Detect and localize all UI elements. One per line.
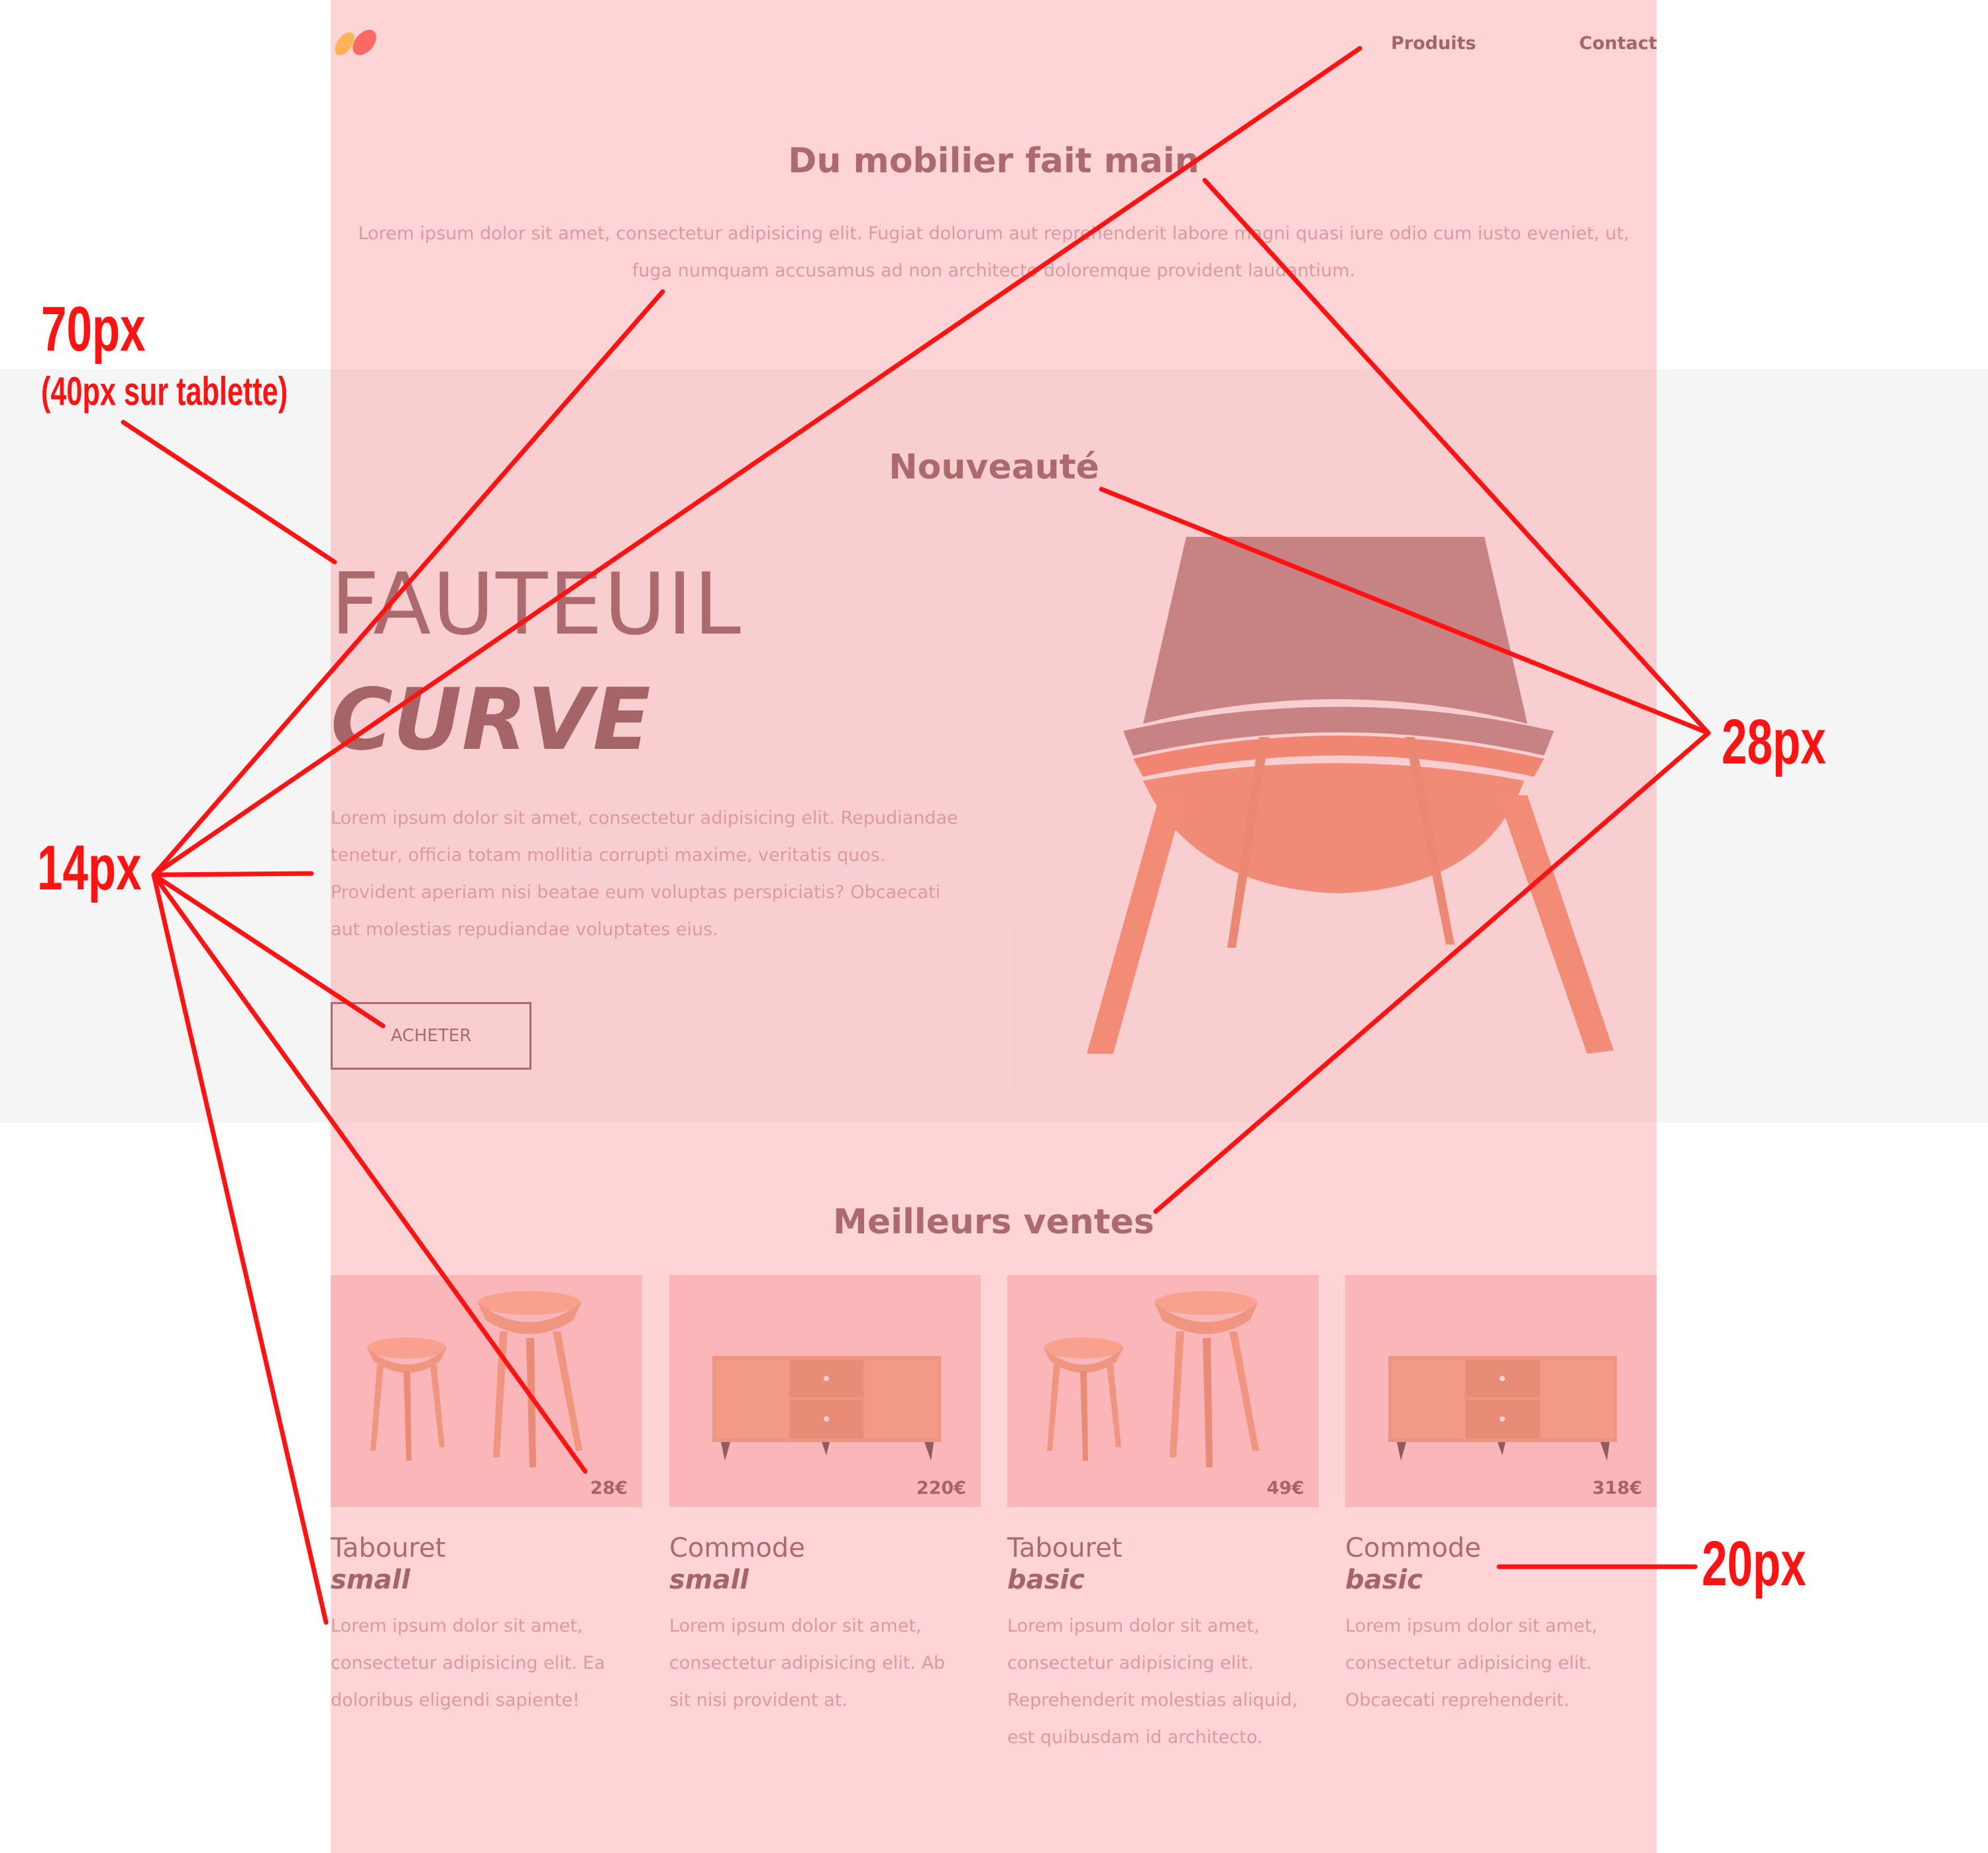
annotation-line [151,872,386,1029]
annotation-line [121,420,337,565]
annotation-70px: 70px [41,294,146,365]
annotation-line [151,872,588,1474]
annotation-lines [121,46,1711,1625]
annotation-line [151,872,329,1625]
annotation-line [151,871,314,877]
annotation-line [151,46,1362,877]
annotation-20px: 20px [1702,1528,1806,1599]
annotation-28px: 28px [1722,706,1826,777]
annotation-tablet-note: (40px sur tablette) [41,369,288,414]
annotation-line [1099,486,1711,736]
annotation-line [1153,730,1711,1214]
annotation-line [1202,178,1711,736]
annotation-14px: 14px [37,832,142,903]
